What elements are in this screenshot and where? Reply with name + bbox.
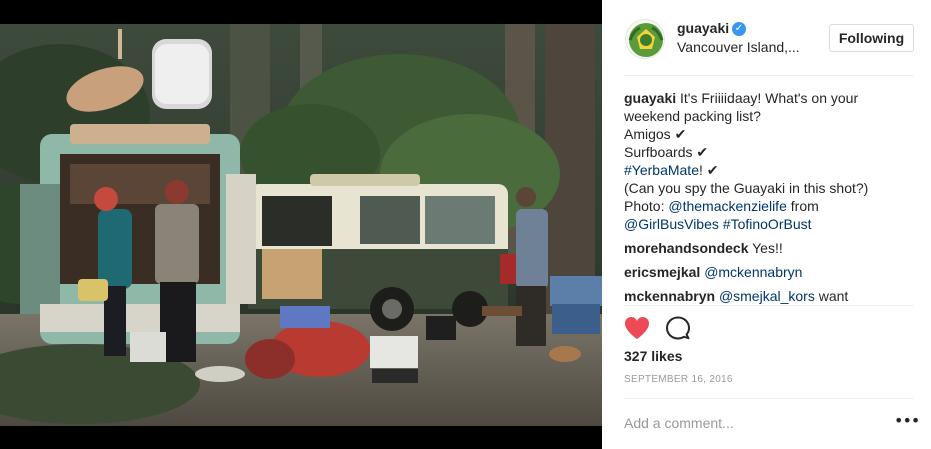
hashtag-link[interactable]: #TofinoOrBust <box>723 216 812 232</box>
post-header: guayaki ✓ Vancouver Island,... Following <box>624 16 914 76</box>
comments-list: guayaki It's Friiiidaay! What's on your … <box>624 89 914 305</box>
comment-text: want <box>814 288 849 304</box>
caption-text-line: Surfboards ✔ <box>624 144 709 160</box>
mention-link[interactable]: @smejkal_kors <box>719 288 815 304</box>
post-author-username[interactable]: guayaki <box>677 20 729 36</box>
comment: morehandsondeck Yes!! <box>624 239 914 257</box>
caption-text: Photo: <box>624 198 669 214</box>
hashtag-link[interactable]: #YerbaMate <box>624 162 699 178</box>
heart-icon[interactable] <box>624 316 650 340</box>
comment-username[interactable]: ericsmejkal <box>624 264 700 280</box>
caption-text-line: (Can you spy the Guayaki in this shot?) <box>624 180 869 196</box>
avatar[interactable] <box>625 19 665 59</box>
mention-link[interactable]: @GirlBusVibes <box>624 216 719 232</box>
caption-username[interactable]: guayaki <box>624 90 676 106</box>
guayaki-logo-icon <box>628 23 664 57</box>
comment-username[interactable]: morehandsondeck <box>624 240 748 256</box>
more-options-icon[interactable]: ••• <box>894 413 920 433</box>
comment-text: Yes!! <box>748 240 783 256</box>
verified-icon: ✓ <box>732 22 746 36</box>
caption-text-line: Amigos ✔ <box>624 126 687 142</box>
post-photo[interactable] <box>0 24 602 426</box>
post-caption: guayaki It's Friiiidaay! What's on your … <box>624 89 914 233</box>
caption-text: ! ✔ <box>698 162 719 178</box>
post-media[interactable] <box>0 0 602 449</box>
following-button[interactable]: Following <box>829 24 914 52</box>
comment: ericsmejkal @mckennabryn <box>624 263 914 281</box>
mention-link[interactable]: @themackenzielife <box>668 198 787 214</box>
post-sidebar: guayaki ✓ Vancouver Island,... Following… <box>602 0 931 449</box>
post-actions <box>624 305 914 345</box>
post-date[interactable]: SEPTEMBER 16, 2016 <box>624 374 733 385</box>
caption-text: from <box>786 198 819 214</box>
comment-username[interactable]: mckennabryn <box>624 288 715 304</box>
comment-icon[interactable] <box>666 316 690 340</box>
caption-text-line: weekend packing list? <box>624 108 761 124</box>
mention-link[interactable]: @mckennabryn <box>704 264 802 280</box>
add-comment-section: ••• <box>624 398 920 449</box>
comment: mckennabryn @smejkal_kors want <box>624 287 914 305</box>
post-location[interactable]: Vancouver Island,... <box>677 39 800 55</box>
comment-input[interactable] <box>624 411 864 435</box>
caption-text-line: It's Friiiidaay! What's on your <box>676 90 859 106</box>
like-count[interactable]: 327 likes <box>624 348 682 364</box>
